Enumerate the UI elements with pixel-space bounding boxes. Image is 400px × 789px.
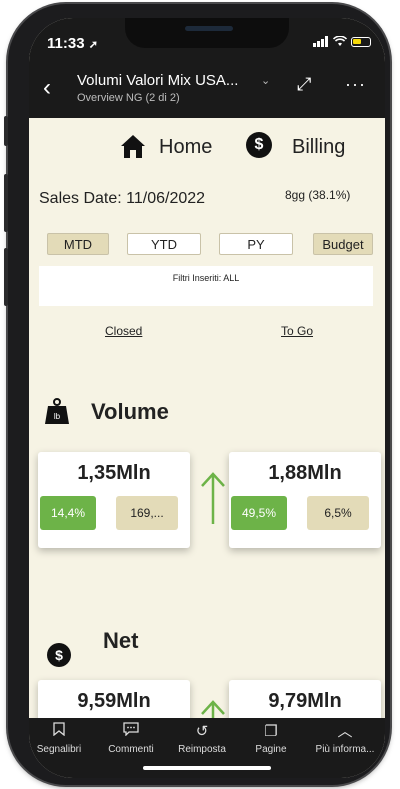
tab-budget[interactable]: Budget	[313, 233, 373, 255]
home-indicator	[143, 766, 271, 770]
volume-closed-pct: 14,4%	[40, 496, 96, 530]
more-info-label: Più informa...	[315, 744, 375, 755]
bottom-toolbar: Segnalibri Commenti ↺ Reimposta ❐ Pagine…	[29, 718, 385, 778]
days-progress: 8gg (38.1%)	[285, 188, 351, 202]
billing-link[interactable]: Billing	[292, 136, 345, 159]
status-time: 11:33 ➚	[47, 35, 98, 52]
tab-py[interactable]: PY	[219, 233, 293, 255]
sales-date: Sales Date: 11/06/2022	[39, 190, 206, 207]
chevron-up-icon: ︿	[337, 723, 353, 740]
location-arrow-icon: ➚	[88, 39, 98, 51]
report-subtitle: Overview NG (2 di 2)	[77, 92, 180, 104]
comment-icon	[95, 718, 167, 744]
comments-label: Commenti	[108, 744, 154, 755]
volume-closed-delta: 169,...	[116, 496, 178, 530]
chevron-down-icon[interactable]: ⌄	[261, 74, 270, 87]
report-title: Volumi Valori Mix USA...	[77, 72, 239, 89]
svg-text:lb: lb	[54, 412, 61, 421]
signal-icon	[313, 36, 328, 47]
time-text: 11:33	[47, 35, 85, 52]
volume-closed-card: 1,35Mln 14,4% 169,...	[38, 452, 190, 548]
billing-dollar-icon[interactable]: $	[246, 132, 272, 158]
home-icon[interactable]	[119, 132, 147, 160]
home-link[interactable]: Home	[159, 136, 212, 159]
bookmark-icon	[29, 718, 95, 744]
expand-icon[interactable]: ⤢	[297, 74, 311, 95]
volume-down-button	[4, 248, 8, 306]
pages-icon: ❐	[264, 723, 278, 740]
closed-link[interactable]: Closed	[105, 324, 142, 338]
wifi-icon	[333, 36, 347, 46]
nav-row: Home $ Billing	[29, 130, 385, 164]
net-togo-value: 9,79Mln	[268, 690, 342, 712]
volume-togo-delta: 6,5%	[307, 496, 369, 530]
pages-button[interactable]: ❐ Pagine	[235, 718, 307, 755]
period-tabs: MTD YTD PY Budget	[29, 233, 385, 259]
volume-togo-pct: 49,5%	[231, 496, 287, 530]
comments-button[interactable]: Commenti	[95, 718, 167, 755]
net-closed-value: 9,59Mln	[77, 690, 151, 712]
notch	[125, 18, 289, 48]
volume-up-button	[4, 174, 8, 232]
back-arrow-icon[interactable]: ‹	[43, 74, 51, 102]
togo-link[interactable]: To Go	[281, 324, 313, 338]
reset-label: Reimposta	[178, 744, 226, 755]
bookmarks-button[interactable]: Segnalibri	[29, 718, 95, 755]
filter-box: Filtri Inseriti: ALL	[39, 266, 373, 306]
reset-button[interactable]: ↺ Reimposta	[166, 718, 238, 755]
mute-switch	[4, 116, 8, 146]
speaker	[185, 26, 233, 31]
reset-icon: ↺	[195, 723, 209, 740]
more-options-icon[interactable]: ···	[345, 74, 366, 95]
dollar-icon: $	[47, 643, 71, 667]
volume-togo-value: 1,88Mln	[268, 462, 342, 484]
volume-title: Volume	[91, 399, 169, 424]
app-header: ‹ Volumi Valori Mix USA... Overview NG (…	[29, 62, 385, 118]
screen: 11:33 ➚ ‹ Volumi Valori Mix USA... Overv…	[29, 18, 385, 778]
volume-togo-card: 1,88Mln 49,5% 6,5%	[229, 452, 381, 548]
tab-mtd[interactable]: MTD	[47, 233, 109, 255]
status-icons	[313, 36, 371, 47]
net-title: Net	[103, 628, 139, 653]
tab-ytd[interactable]: YTD	[127, 233, 201, 255]
volume-closed-value: 1,35Mln	[77, 462, 151, 484]
weight-icon: lb	[45, 398, 69, 424]
pages-label: Pagine	[255, 744, 287, 755]
phone-frame: 11:33 ➚ ‹ Volumi Valori Mix USA... Overv…	[4, 4, 390, 785]
bookmarks-label: Segnalibri	[36, 744, 82, 755]
volume-up-arrow-icon	[201, 472, 225, 524]
more-info-button[interactable]: ︿ Più informa...	[309, 718, 381, 755]
battery-icon	[351, 36, 371, 47]
